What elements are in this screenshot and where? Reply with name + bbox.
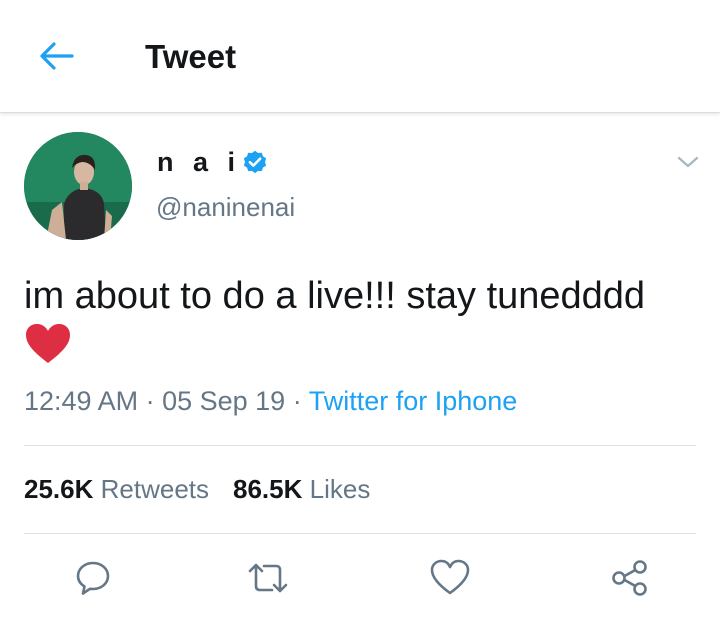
retweets-stat[interactable]: 25.6K Retweets xyxy=(24,474,209,504)
author-handle[interactable]: @naninenai xyxy=(156,192,295,223)
tweet-text: im about to do a live!!! stay tunedddd xyxy=(24,275,646,317)
meta-separator: · xyxy=(138,386,163,416)
tweet-meta: 12:49 AM · 05 Sep 19 · Twitter for Iphon… xyxy=(24,386,517,417)
back-arrow-icon xyxy=(40,42,74,70)
back-button[interactable] xyxy=(36,36,76,76)
red-heart-emoji-icon xyxy=(24,323,704,376)
tweet-date: 05 Sep 19 xyxy=(162,386,286,416)
verified-badge-icon xyxy=(241,149,269,177)
reply-button[interactable] xyxy=(71,556,115,600)
divider xyxy=(24,445,696,446)
divider xyxy=(24,533,696,534)
chevron-down-icon xyxy=(677,156,699,168)
avatar[interactable] xyxy=(24,132,132,240)
retweets-count: 25.6K xyxy=(24,474,94,504)
author-name-text: n a i xyxy=(157,147,242,177)
like-icon xyxy=(430,559,470,595)
like-button[interactable] xyxy=(428,556,472,600)
tweet-time: 12:49 AM xyxy=(24,386,139,416)
retweet-button[interactable] xyxy=(246,556,290,600)
avatar-photo xyxy=(24,132,132,240)
share-icon xyxy=(612,560,647,596)
meta-separator: · xyxy=(285,386,309,416)
tweet-source-link[interactable]: Twitter for Iphone xyxy=(309,386,518,416)
likes-label: Likes xyxy=(309,474,371,504)
page-title: Tweet xyxy=(145,38,237,75)
likes-stat[interactable]: 86.5K Likes xyxy=(233,474,370,504)
more-options-button[interactable] xyxy=(674,150,702,174)
tweet-stats: 25.6K Retweets 86.5K Likes xyxy=(24,474,370,505)
top-app-bar: Tweet xyxy=(0,0,720,113)
retweets-label: Retweets xyxy=(100,474,210,504)
retweet-icon xyxy=(248,563,288,593)
share-button[interactable] xyxy=(608,556,652,600)
tweet-body: im about to do a live!!! stay tunedddd xyxy=(24,273,704,376)
author-name[interactable]: n a i xyxy=(157,147,269,178)
reply-icon xyxy=(76,561,110,595)
likes-count: 86.5K xyxy=(233,474,303,504)
